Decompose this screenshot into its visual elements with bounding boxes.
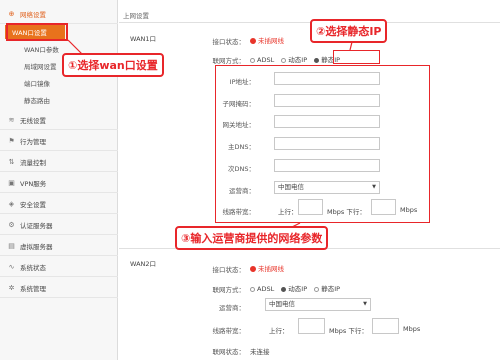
wifi-icon: ≋ (8, 115, 15, 124)
auth-icon: ⚙ (8, 220, 15, 229)
sidebar-item-behavior[interactable]: ⚑ 行为管理 (0, 131, 118, 151)
status-icon: ∿ (8, 262, 15, 271)
shield-icon: ◈ (8, 199, 15, 208)
gear-icon: ✲ (8, 283, 15, 292)
wan2-mode-label: 联网方式： (212, 286, 246, 294)
wan2-label: WAN2口 (130, 260, 157, 268)
sidebar-item-system-status[interactable]: ∿ 系统状态 (0, 257, 118, 277)
wan2-up-label: 上行： (269, 327, 289, 335)
wan1-mode-radio-group: ADSL 动态IP 静态IP (250, 54, 340, 64)
globe-icon: ⊕ (8, 9, 15, 18)
wan1-label: WAN1口 (130, 35, 157, 43)
sidebar-item-traffic[interactable]: ⇅ 流量控制 (0, 152, 118, 172)
section-title: 上网设置 (123, 12, 149, 20)
wan2-radio-adsl[interactable]: ADSL (250, 285, 274, 293)
wan1-port-status: 未插网线 (250, 35, 284, 45)
sidebar-item-auth[interactable]: ⚙ 认证服务器 (0, 215, 118, 235)
wan2-download-input[interactable] (372, 318, 399, 334)
sidebar-item-virtual-server[interactable]: ▤ 虚拟服务器 (0, 236, 118, 256)
static-ip-highlight-box (333, 50, 380, 64)
sidebar-item-vpn[interactable]: ▣ VPN服务 (0, 173, 118, 193)
wan-settings-highlight-box (6, 23, 68, 41)
sidebar-item-port-mirror[interactable]: 端口镜像 (0, 75, 118, 91)
params-highlight-box (215, 65, 430, 223)
callout-step2: ②选择静态IP (310, 19, 388, 43)
wan2-upload-input[interactable] (298, 318, 325, 334)
traffic-icon: ⇅ (8, 157, 15, 166)
behavior-icon: ⚑ (8, 136, 15, 145)
wan1-mode-label: 联网方式： (212, 57, 246, 65)
chevron-down-icon: ▼ (363, 301, 367, 307)
wan2-port-status-label: 接口状态： (212, 266, 246, 274)
wan1-radio-dynamic[interactable]: 动态IP (281, 56, 307, 64)
wan2-mode-radio-group: ADSL 动态IP 静态IP (250, 283, 340, 293)
wan2-port-status: 未插网线 (250, 263, 284, 273)
wan2-isp-select[interactable]: 中国电信 ▼ (265, 298, 371, 311)
sidebar-item-wireless[interactable]: ≋ 无线设置 (0, 110, 118, 130)
warning-icon (250, 38, 256, 44)
wan2-conn-label: 联网状态： (212, 348, 246, 356)
wan2-radio-dynamic[interactable]: 动态IP (281, 285, 307, 293)
wan1-radio-adsl[interactable]: ADSL (250, 56, 274, 64)
warning-icon (250, 266, 256, 272)
sidebar-item-system-manage[interactable]: ✲ 系统管理 (0, 278, 118, 298)
wan2-bandwidth-label: 线路带宽： (212, 327, 246, 335)
sidebar-item-security[interactable]: ◈ 安全设置 (0, 194, 118, 214)
wan2-unit-label: Mbps (403, 325, 421, 333)
wan1-port-status-label: 接口状态： (212, 38, 246, 46)
sidebar-item-network-settings[interactable]: ⊕ 网络设置 (0, 4, 118, 24)
wan2-conn-status: 未连接 (250, 348, 270, 356)
callout-step3: ③输入运营商提供的网络参数 (175, 226, 329, 250)
callout-step1: ①选择wan口设置 (62, 53, 164, 77)
wan2-radio-static[interactable]: 静态IP (314, 285, 340, 293)
sidebar-item-static-route[interactable]: 静态路由 (0, 92, 118, 108)
wan2-isp-label: 运营商： (219, 304, 245, 312)
vpn-icon: ▣ (8, 178, 15, 187)
wan2-down-label: Mbps 下行： (329, 327, 368, 335)
server-icon: ▤ (8, 241, 15, 250)
